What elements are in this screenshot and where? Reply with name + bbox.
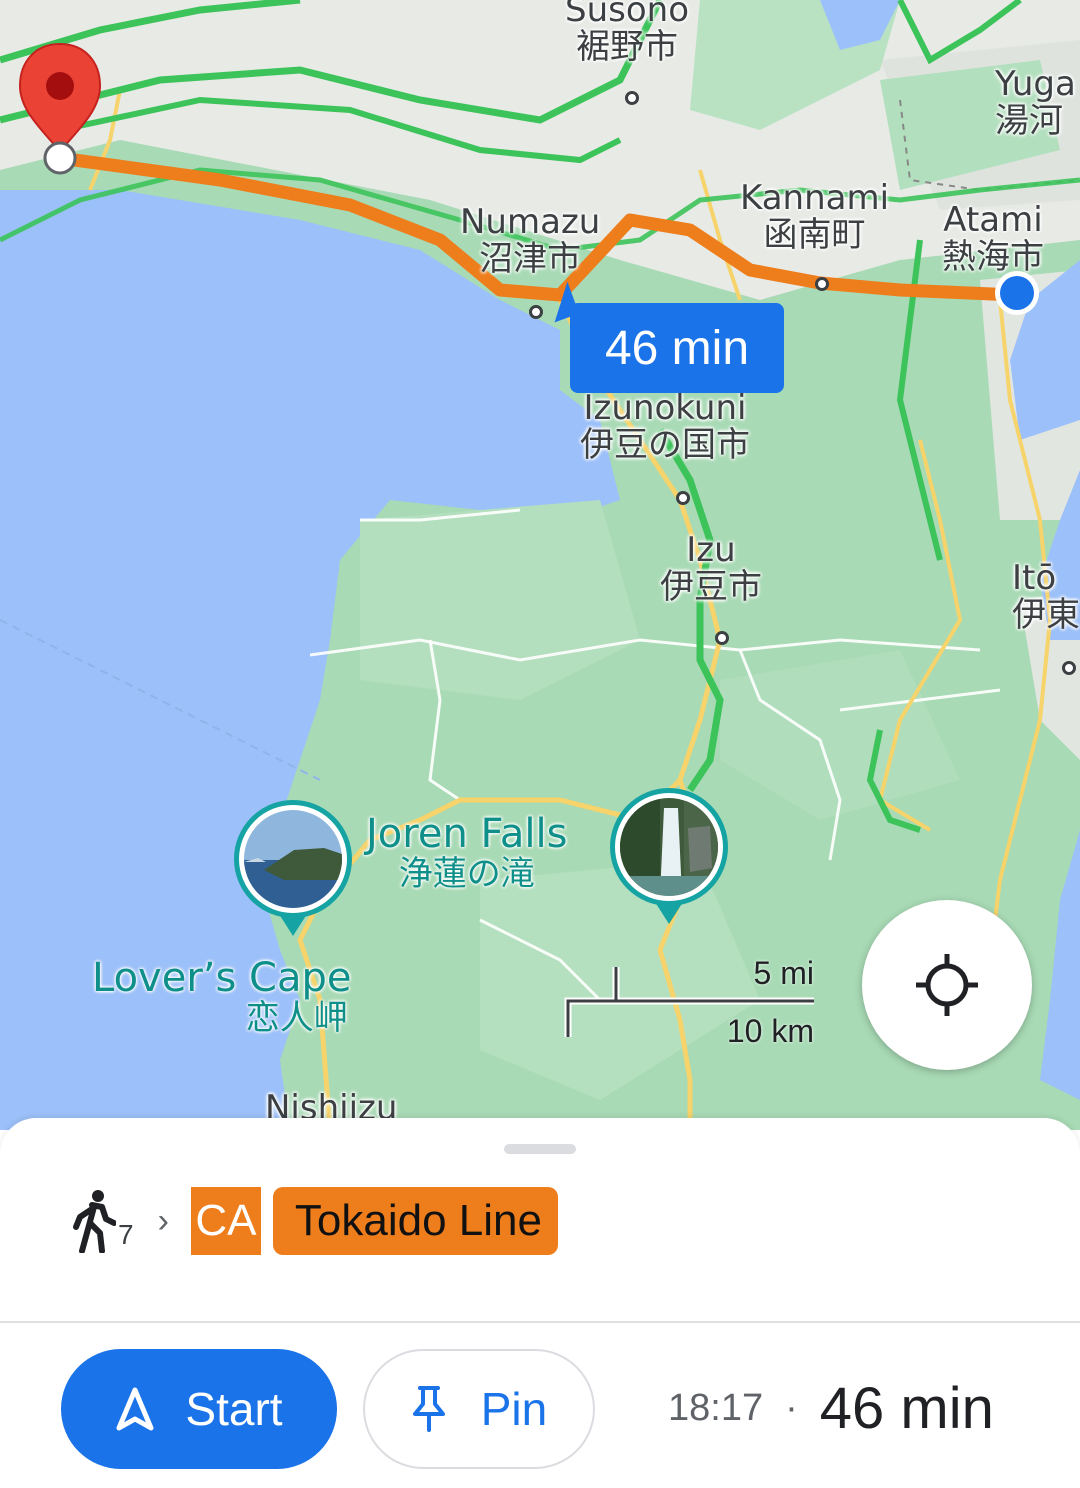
start-button[interactable]: Start bbox=[61, 1349, 337, 1469]
poi-label-joren-falls[interactable]: Joren Falls 浄蓮の滝 bbox=[366, 812, 567, 893]
place-label-izu: Izu 伊豆市 bbox=[660, 530, 762, 608]
place-label-susono: Susono 裾野市 bbox=[565, 0, 689, 68]
chevron-right-icon: › bbox=[157, 1201, 169, 1240]
route-steps[interactable]: 7 › CA Tokaido Line bbox=[72, 1184, 558, 1258]
place-label-yuga: Yuga 湯河 bbox=[995, 64, 1076, 142]
blue-location-dot-icon bbox=[995, 271, 1039, 315]
poi-label-lovers-cape[interactable]: Lover’s Cape 恋人岬 bbox=[92, 956, 352, 1037]
my-location-icon bbox=[916, 954, 978, 1016]
place-label-ito: Itō 伊東 bbox=[1012, 558, 1080, 636]
route-bottom-sheet[interactable]: 7 › CA Tokaido Line Start Pin 18:17 · 46… bbox=[0, 1118, 1080, 1488]
sheet-drag-handle[interactable] bbox=[504, 1144, 576, 1154]
poi-pin-tail-lovers-cape bbox=[279, 914, 307, 936]
poi-photo-joren-falls[interactable] bbox=[610, 788, 728, 906]
place-label-izunokuni: Izunokuni 伊豆の国市 bbox=[580, 388, 750, 466]
arrival-time: 18:17 bbox=[668, 1386, 764, 1429]
town-dot-izu bbox=[715, 631, 729, 645]
map-view[interactable]: Susono 裾野市 Yuga 湯河 Kannami 函南町 Atami 熱海市… bbox=[0, 0, 1080, 1130]
start-button-label: Start bbox=[185, 1383, 283, 1435]
town-dot-izunokuni bbox=[676, 491, 690, 505]
trip-summary: 18:17 · 46 min bbox=[668, 1358, 994, 1458]
place-label-atami: Atami 熱海市 bbox=[942, 200, 1044, 278]
pushpin-icon bbox=[412, 1386, 445, 1432]
poi-pin-tail-joren-falls bbox=[655, 902, 683, 924]
waterfall-thumbnail bbox=[620, 798, 718, 896]
walk-minutes: 7 bbox=[118, 1219, 134, 1250]
town-dot-ito bbox=[1062, 661, 1076, 675]
place-label-numazu: Numazu 沼津市 bbox=[460, 202, 601, 280]
pin-button-label: Pin bbox=[480, 1383, 548, 1435]
route-duration-bubble[interactable]: 46 min bbox=[570, 303, 784, 393]
walking-person-icon bbox=[73, 1190, 116, 1253]
town-dot-susono bbox=[625, 91, 639, 105]
place-label-kannami: Kannami 函南町 bbox=[740, 178, 890, 256]
pin-button[interactable]: Pin bbox=[363, 1349, 595, 1469]
navigation-arrow-icon bbox=[116, 1387, 154, 1431]
sheet-divider bbox=[0, 1321, 1080, 1323]
eta-separator: · bbox=[785, 1386, 798, 1429]
trip-duration: 46 min bbox=[819, 1375, 994, 1441]
my-location-button[interactable] bbox=[862, 900, 1032, 1070]
poi-photo-lovers-cape[interactable] bbox=[234, 800, 352, 918]
line-name-badge: Tokaido Line bbox=[272, 1187, 558, 1255]
line-code-badge: CA bbox=[190, 1187, 261, 1255]
map-scale-bar: 5 mi 10 km bbox=[560, 955, 820, 1049]
town-dot-kannami bbox=[815, 277, 829, 291]
town-dot-numazu bbox=[529, 305, 543, 319]
cape-thumbnail bbox=[244, 810, 342, 908]
